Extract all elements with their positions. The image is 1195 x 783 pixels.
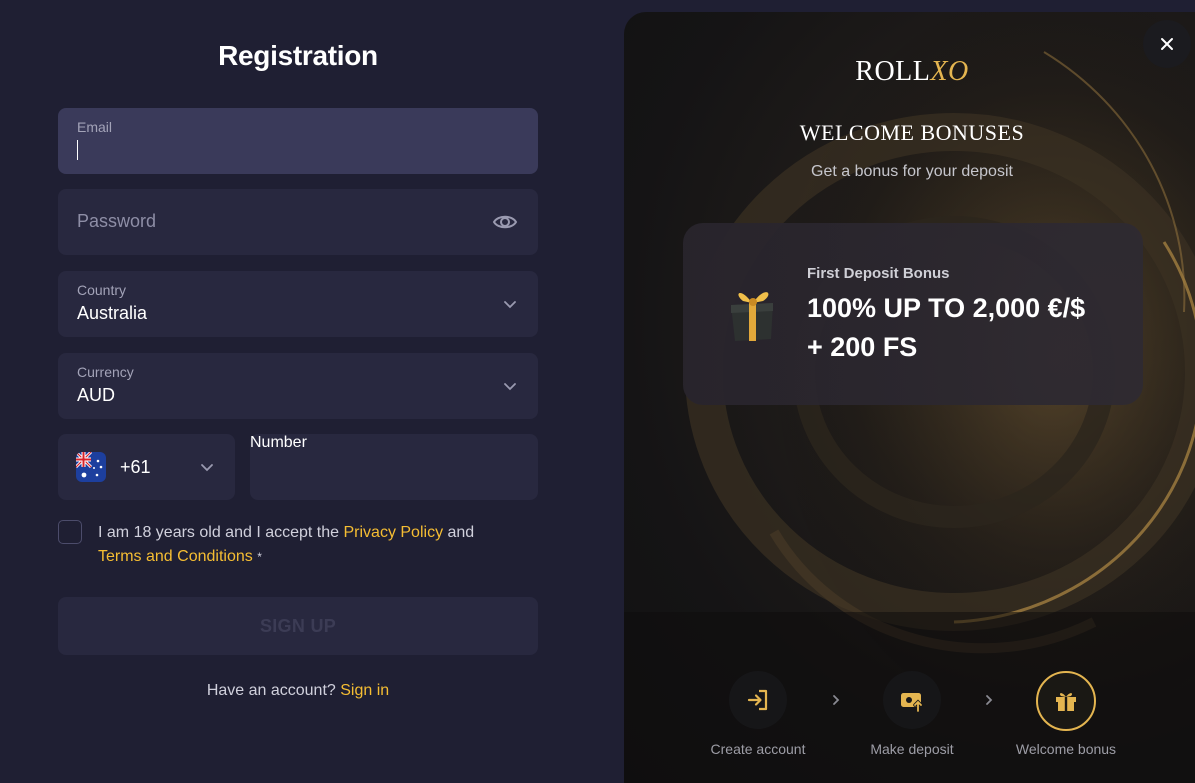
currency-select[interactable]: Currency AUD — [58, 353, 538, 419]
text-caret — [77, 140, 78, 160]
close-icon — [1161, 38, 1173, 50]
email-label: Email — [77, 119, 113, 135]
terms-prefix: I am 18 years old and I accept the — [98, 524, 344, 541]
bonus-line-2: + 200 FS — [807, 332, 918, 362]
step-create-account — [729, 671, 787, 729]
chevron-down-icon — [504, 301, 516, 309]
sign-in-icon — [747, 689, 768, 711]
phone-code-select[interactable]: +61 — [58, 434, 235, 500]
step-make-deposit — [883, 671, 941, 729]
step-label-make-deposit: Make deposit — [870, 741, 954, 757]
privacy-policy-link[interactable]: Privacy Policy — [343, 524, 443, 541]
chevron-right-icon — [833, 695, 840, 705]
logo-xo: XO — [930, 56, 969, 87]
have-account-text: Have an account? Sign in — [58, 682, 538, 700]
step-welcome-bonus — [1036, 671, 1096, 731]
have-account-label: Have an account? — [206, 682, 336, 699]
currency-value: AUD — [77, 385, 116, 405]
bonus-amount: 100% UP TO 2,000 €/$ + 200 FS — [807, 289, 1127, 367]
step-label-welcome-bonus: Welcome bonus — [1015, 741, 1117, 757]
australia-flag-icon — [76, 452, 106, 482]
password-placeholder: Password — [77, 211, 157, 231]
eye-icon[interactable] — [492, 209, 518, 235]
gift-icon — [1056, 693, 1076, 711]
bonus-line-1: 100% UP TO 2,000 €/$ — [807, 293, 1086, 323]
sign-up-button[interactable]: SIGN UP — [58, 597, 538, 655]
phone-number-placeholder: Number — [250, 434, 307, 451]
age-terms-checkbox[interactable] — [58, 520, 82, 544]
password-field[interactable]: Password — [58, 189, 538, 255]
terms-conditions-link[interactable]: Terms and Conditions — [98, 548, 253, 565]
chevron-right-icon — [986, 695, 993, 705]
phone-number-input[interactable]: Number — [250, 434, 538, 500]
logo-roll: ROLL — [855, 56, 931, 87]
country-value: Australia — [77, 303, 148, 323]
registration-panel: Registration Email Password Country Aust… — [0, 0, 600, 783]
chevron-down-icon — [201, 464, 213, 472]
gift-box-icon — [731, 292, 773, 341]
country-label: Country — [77, 282, 127, 298]
chevron-down-icon — [504, 383, 516, 391]
terms-and: and — [443, 524, 475, 541]
email-field[interactable]: Email — [58, 108, 538, 174]
first-deposit-bonus-card: First Deposit Bonus 100% UP TO 2,000 €/$… — [683, 223, 1143, 405]
bonus-label: First Deposit Bonus — [807, 265, 950, 282]
welcome-title: WELCOME BONUSES — [799, 120, 1025, 145]
page-title: Registration — [218, 40, 378, 71]
phone-code-value: +61 — [120, 457, 151, 477]
terms-text: I am 18 years old and I accept the Priva… — [98, 521, 538, 569]
welcome-subtitle: Get a bonus for your deposit — [811, 163, 1013, 180]
country-select[interactable]: Country Australia — [58, 271, 538, 337]
currency-label: Currency — [77, 364, 134, 380]
required-mark: * — [257, 550, 262, 564]
rollxo-logo: ROLLXO — [624, 56, 1195, 88]
step-label-create-account: Create account — [710, 741, 806, 757]
sign-in-link[interactable]: Sign in — [340, 682, 389, 699]
wallet-icon — [901, 693, 923, 713]
